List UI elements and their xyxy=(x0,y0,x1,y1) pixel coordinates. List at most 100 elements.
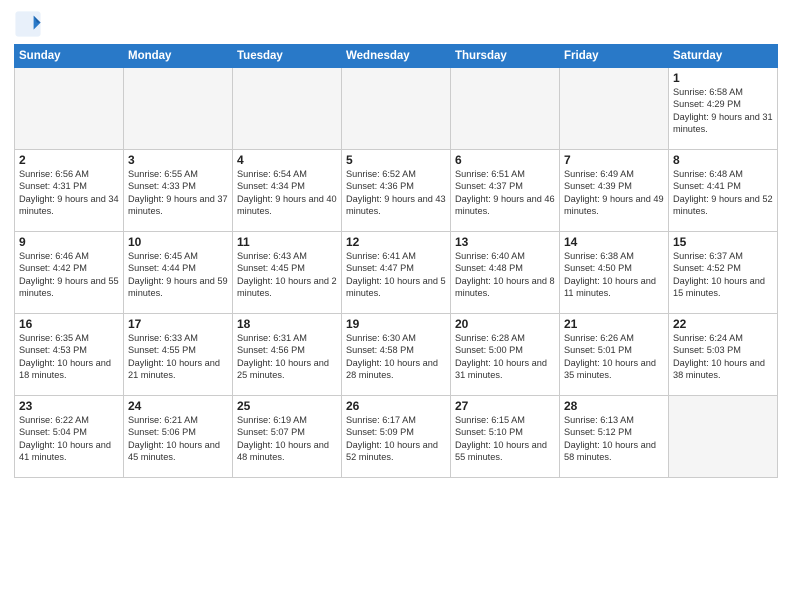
col-header-saturday: Saturday xyxy=(669,45,778,68)
day-cell: 10Sunrise: 6:45 AM Sunset: 4:44 PM Dayli… xyxy=(124,232,233,314)
day-info: Sunrise: 6:22 AM Sunset: 5:04 PM Dayligh… xyxy=(19,414,119,464)
day-number: 24 xyxy=(128,399,228,413)
day-info: Sunrise: 6:55 AM Sunset: 4:33 PM Dayligh… xyxy=(128,168,228,218)
day-cell: 26Sunrise: 6:17 AM Sunset: 5:09 PM Dayli… xyxy=(342,396,451,478)
day-number: 11 xyxy=(237,235,337,249)
day-info: Sunrise: 6:31 AM Sunset: 4:56 PM Dayligh… xyxy=(237,332,337,382)
day-cell: 8Sunrise: 6:48 AM Sunset: 4:41 PM Daylig… xyxy=(669,150,778,232)
day-number: 9 xyxy=(19,235,119,249)
day-number: 12 xyxy=(346,235,446,249)
day-number: 6 xyxy=(455,153,555,167)
day-number: 22 xyxy=(673,317,773,331)
day-number: 28 xyxy=(564,399,664,413)
day-cell: 21Sunrise: 6:26 AM Sunset: 5:01 PM Dayli… xyxy=(560,314,669,396)
day-cell: 23Sunrise: 6:22 AM Sunset: 5:04 PM Dayli… xyxy=(15,396,124,478)
day-info: Sunrise: 6:21 AM Sunset: 5:06 PM Dayligh… xyxy=(128,414,228,464)
day-number: 13 xyxy=(455,235,555,249)
calendar-table: SundayMondayTuesdayWednesdayThursdayFrid… xyxy=(14,44,778,478)
day-info: Sunrise: 6:19 AM Sunset: 5:07 PM Dayligh… xyxy=(237,414,337,464)
day-cell xyxy=(451,68,560,150)
day-cell xyxy=(15,68,124,150)
day-number: 1 xyxy=(673,71,773,85)
day-info: Sunrise: 6:30 AM Sunset: 4:58 PM Dayligh… xyxy=(346,332,446,382)
day-cell: 7Sunrise: 6:49 AM Sunset: 4:39 PM Daylig… xyxy=(560,150,669,232)
day-cell: 17Sunrise: 6:33 AM Sunset: 4:55 PM Dayli… xyxy=(124,314,233,396)
col-header-thursday: Thursday xyxy=(451,45,560,68)
day-cell: 13Sunrise: 6:40 AM Sunset: 4:48 PM Dayli… xyxy=(451,232,560,314)
day-info: Sunrise: 6:51 AM Sunset: 4:37 PM Dayligh… xyxy=(455,168,555,218)
col-header-sunday: Sunday xyxy=(15,45,124,68)
day-cell: 4Sunrise: 6:54 AM Sunset: 4:34 PM Daylig… xyxy=(233,150,342,232)
day-number: 4 xyxy=(237,153,337,167)
day-info: Sunrise: 6:56 AM Sunset: 4:31 PM Dayligh… xyxy=(19,168,119,218)
day-number: 23 xyxy=(19,399,119,413)
day-number: 16 xyxy=(19,317,119,331)
day-cell xyxy=(233,68,342,150)
day-info: Sunrise: 6:38 AM Sunset: 4:50 PM Dayligh… xyxy=(564,250,664,300)
day-cell: 22Sunrise: 6:24 AM Sunset: 5:03 PM Dayli… xyxy=(669,314,778,396)
day-number: 26 xyxy=(346,399,446,413)
day-number: 5 xyxy=(346,153,446,167)
day-number: 2 xyxy=(19,153,119,167)
col-header-friday: Friday xyxy=(560,45,669,68)
header-row: SundayMondayTuesdayWednesdayThursdayFrid… xyxy=(15,45,778,68)
day-info: Sunrise: 6:52 AM Sunset: 4:36 PM Dayligh… xyxy=(346,168,446,218)
week-row-1: 2Sunrise: 6:56 AM Sunset: 4:31 PM Daylig… xyxy=(15,150,778,232)
page: SundayMondayTuesdayWednesdayThursdayFrid… xyxy=(0,0,792,612)
day-info: Sunrise: 6:26 AM Sunset: 5:01 PM Dayligh… xyxy=(564,332,664,382)
day-number: 3 xyxy=(128,153,228,167)
day-info: Sunrise: 6:28 AM Sunset: 5:00 PM Dayligh… xyxy=(455,332,555,382)
day-number: 19 xyxy=(346,317,446,331)
col-header-wednesday: Wednesday xyxy=(342,45,451,68)
day-cell: 27Sunrise: 6:15 AM Sunset: 5:10 PM Dayli… xyxy=(451,396,560,478)
day-cell: 24Sunrise: 6:21 AM Sunset: 5:06 PM Dayli… xyxy=(124,396,233,478)
day-info: Sunrise: 6:33 AM Sunset: 4:55 PM Dayligh… xyxy=(128,332,228,382)
day-number: 27 xyxy=(455,399,555,413)
day-number: 14 xyxy=(564,235,664,249)
day-number: 20 xyxy=(455,317,555,331)
day-info: Sunrise: 6:45 AM Sunset: 4:44 PM Dayligh… xyxy=(128,250,228,300)
day-cell: 14Sunrise: 6:38 AM Sunset: 4:50 PM Dayli… xyxy=(560,232,669,314)
logo-icon xyxy=(14,10,42,38)
day-cell: 5Sunrise: 6:52 AM Sunset: 4:36 PM Daylig… xyxy=(342,150,451,232)
day-number: 10 xyxy=(128,235,228,249)
day-info: Sunrise: 6:40 AM Sunset: 4:48 PM Dayligh… xyxy=(455,250,555,300)
header xyxy=(14,10,778,38)
week-row-4: 23Sunrise: 6:22 AM Sunset: 5:04 PM Dayli… xyxy=(15,396,778,478)
day-cell xyxy=(560,68,669,150)
day-cell: 25Sunrise: 6:19 AM Sunset: 5:07 PM Dayli… xyxy=(233,396,342,478)
day-number: 15 xyxy=(673,235,773,249)
week-row-3: 16Sunrise: 6:35 AM Sunset: 4:53 PM Dayli… xyxy=(15,314,778,396)
day-info: Sunrise: 6:58 AM Sunset: 4:29 PM Dayligh… xyxy=(673,86,773,136)
day-cell: 28Sunrise: 6:13 AM Sunset: 5:12 PM Dayli… xyxy=(560,396,669,478)
day-cell: 6Sunrise: 6:51 AM Sunset: 4:37 PM Daylig… xyxy=(451,150,560,232)
day-cell: 12Sunrise: 6:41 AM Sunset: 4:47 PM Dayli… xyxy=(342,232,451,314)
day-info: Sunrise: 6:17 AM Sunset: 5:09 PM Dayligh… xyxy=(346,414,446,464)
day-cell: 19Sunrise: 6:30 AM Sunset: 4:58 PM Dayli… xyxy=(342,314,451,396)
day-info: Sunrise: 6:48 AM Sunset: 4:41 PM Dayligh… xyxy=(673,168,773,218)
day-info: Sunrise: 6:46 AM Sunset: 4:42 PM Dayligh… xyxy=(19,250,119,300)
day-info: Sunrise: 6:24 AM Sunset: 5:03 PM Dayligh… xyxy=(673,332,773,382)
day-number: 17 xyxy=(128,317,228,331)
day-cell: 3Sunrise: 6:55 AM Sunset: 4:33 PM Daylig… xyxy=(124,150,233,232)
day-number: 18 xyxy=(237,317,337,331)
day-info: Sunrise: 6:13 AM Sunset: 5:12 PM Dayligh… xyxy=(564,414,664,464)
day-cell: 15Sunrise: 6:37 AM Sunset: 4:52 PM Dayli… xyxy=(669,232,778,314)
day-cell: 1Sunrise: 6:58 AM Sunset: 4:29 PM Daylig… xyxy=(669,68,778,150)
logo xyxy=(14,10,44,38)
day-info: Sunrise: 6:41 AM Sunset: 4:47 PM Dayligh… xyxy=(346,250,446,300)
day-info: Sunrise: 6:35 AM Sunset: 4:53 PM Dayligh… xyxy=(19,332,119,382)
week-row-2: 9Sunrise: 6:46 AM Sunset: 4:42 PM Daylig… xyxy=(15,232,778,314)
day-info: Sunrise: 6:43 AM Sunset: 4:45 PM Dayligh… xyxy=(237,250,337,300)
day-number: 7 xyxy=(564,153,664,167)
col-header-tuesday: Tuesday xyxy=(233,45,342,68)
day-cell xyxy=(124,68,233,150)
day-number: 25 xyxy=(237,399,337,413)
day-cell: 20Sunrise: 6:28 AM Sunset: 5:00 PM Dayli… xyxy=(451,314,560,396)
day-info: Sunrise: 6:49 AM Sunset: 4:39 PM Dayligh… xyxy=(564,168,664,218)
week-row-0: 1Sunrise: 6:58 AM Sunset: 4:29 PM Daylig… xyxy=(15,68,778,150)
day-cell xyxy=(669,396,778,478)
day-cell: 16Sunrise: 6:35 AM Sunset: 4:53 PM Dayli… xyxy=(15,314,124,396)
day-cell: 9Sunrise: 6:46 AM Sunset: 4:42 PM Daylig… xyxy=(15,232,124,314)
col-header-monday: Monday xyxy=(124,45,233,68)
